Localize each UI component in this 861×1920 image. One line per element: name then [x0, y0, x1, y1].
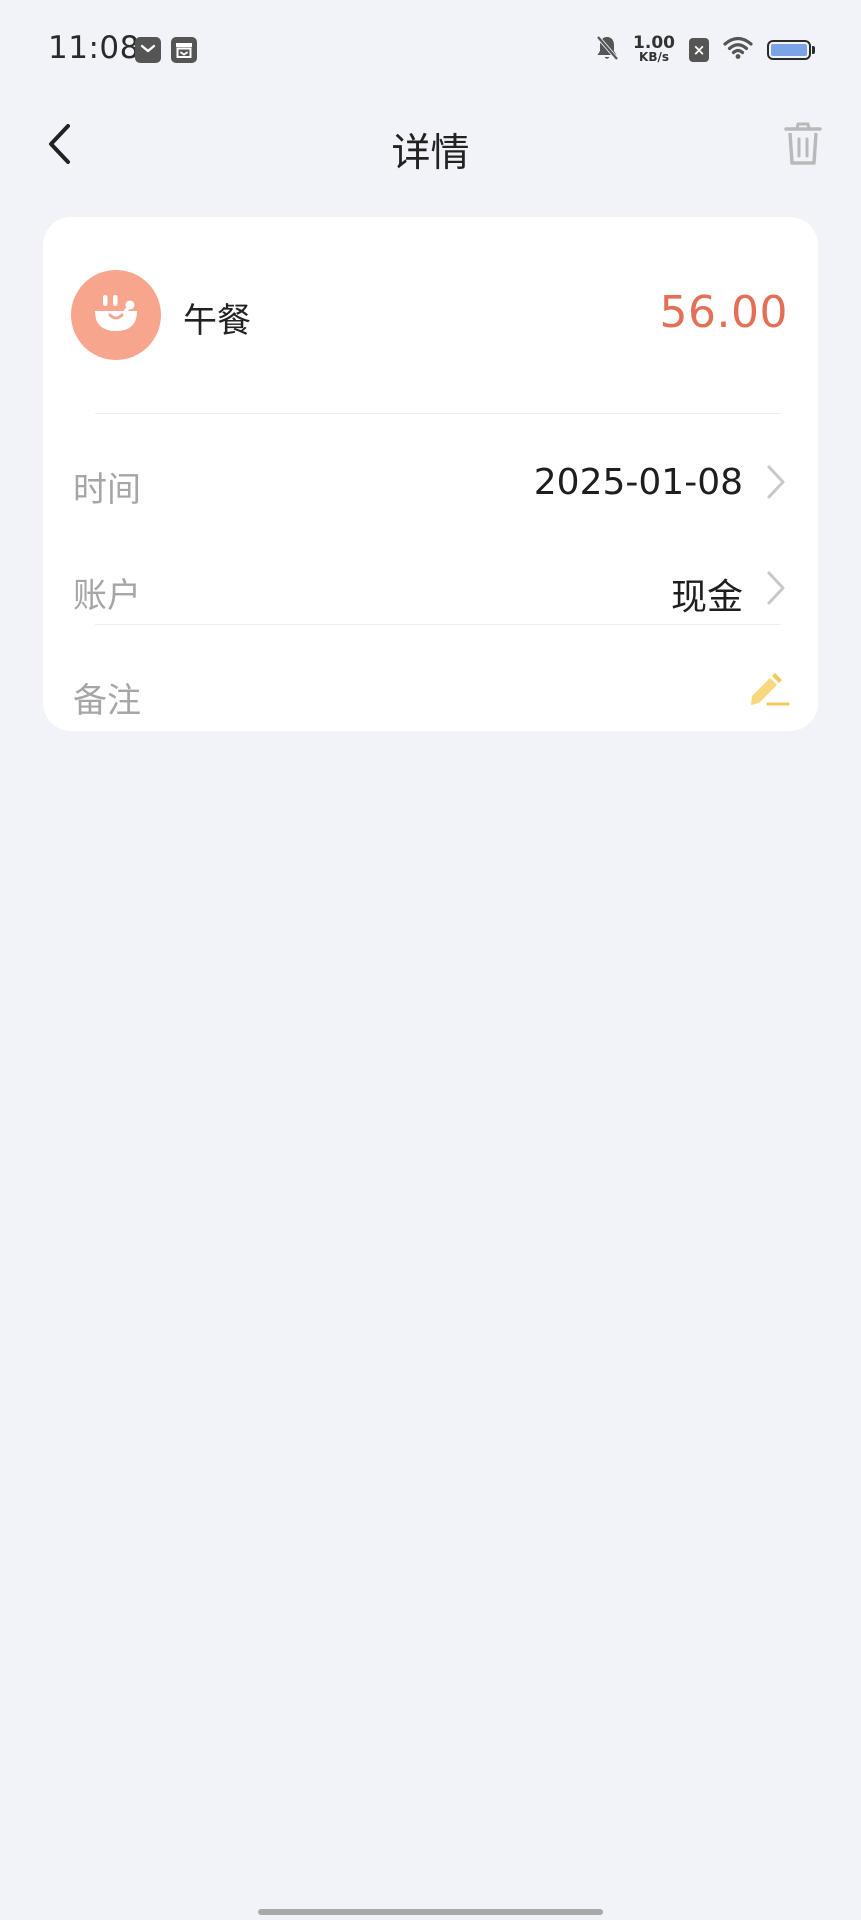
note-row[interactable]: 备注	[43, 673, 818, 777]
amount: 56.00	[659, 287, 788, 338]
page-title: 详情	[391, 131, 470, 176]
chevron-right-icon	[762, 458, 790, 506]
time-label: 时间	[73, 470, 141, 510]
time-value: 2025-01-08	[533, 462, 743, 503]
bowl-icon	[86, 283, 146, 347]
network-speed: 1.00 KB/s	[633, 33, 675, 65]
status-right-group: 1.00 KB/s ×	[595, 32, 815, 68]
status-bar: 11:08 1.00 KB/s ×	[0, 0, 861, 100]
category-name: 午餐	[183, 301, 251, 341]
record-detail-card: 午餐 56.00 时间 2025-01-08 账户 现金 备注	[43, 217, 818, 731]
chevron-right-icon	[762, 564, 790, 612]
category-avatar	[71, 270, 161, 360]
message-icon	[135, 37, 161, 63]
divider	[95, 624, 780, 625]
note-label: 备注	[73, 681, 141, 721]
account-value: 现金	[670, 577, 743, 618]
network-speed-value: 1.00	[633, 33, 675, 53]
sim-off-icon: ×	[689, 38, 709, 62]
network-speed-unit: KB/s	[639, 50, 670, 64]
delete-button[interactable]	[775, 118, 831, 174]
pencil-icon[interactable]	[746, 665, 790, 709]
record-summary: 午餐 56.00	[43, 217, 818, 413]
trash-icon	[783, 121, 823, 171]
time-row[interactable]: 时间 2025-01-08	[43, 462, 818, 566]
battery-icon	[767, 40, 815, 60]
home-indicator[interactable]	[258, 1909, 603, 1915]
account-label: 账户	[73, 576, 141, 616]
archive-icon	[171, 37, 197, 63]
divider	[95, 413, 780, 414]
bell-muted-icon	[595, 34, 619, 66]
status-time: 11:08	[48, 30, 140, 66]
wifi-icon	[723, 36, 753, 64]
header: 详情	[0, 100, 861, 192]
battery-level	[771, 44, 807, 56]
account-row[interactable]: 账户 现金	[43, 571, 818, 672]
